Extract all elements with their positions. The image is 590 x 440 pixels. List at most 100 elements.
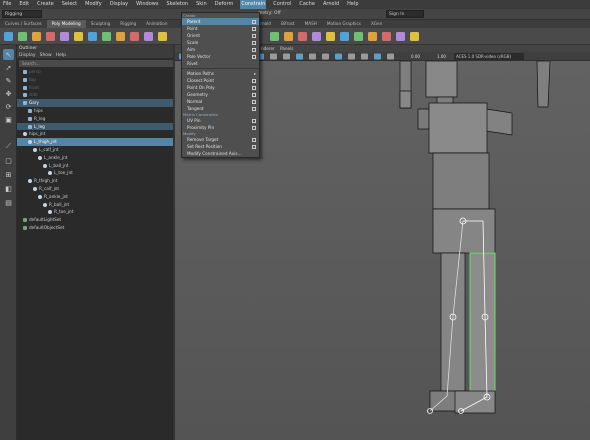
- shelf-tool-icon[interactable]: [32, 32, 41, 41]
- viewport-tool-icon[interactable]: [348, 53, 355, 60]
- outliner-item[interactable]: hips_jnt: [17, 130, 175, 138]
- constrain-item-orient[interactable]: Orient: [182, 32, 259, 39]
- layout-four-icon[interactable]: ⊞: [3, 169, 14, 180]
- menu-panels[interactable]: Panels: [280, 45, 293, 52]
- menu-arnold[interactable]: Arnold: [322, 0, 340, 9]
- lasso-tool-icon[interactable]: ➚: [3, 62, 14, 73]
- menu-display[interactable]: Display: [109, 0, 129, 9]
- viewport-tool-icon[interactable]: [387, 53, 394, 60]
- shelf-tab-motion-graphics[interactable]: Motion Graphics: [322, 20, 366, 28]
- shelf-tab-mash[interactable]: MASH: [300, 20, 322, 28]
- shelf-tab-sculpting[interactable]: Sculpting: [86, 20, 116, 28]
- option-box-icon[interactable]: [252, 92, 256, 97]
- paint-select-icon[interactable]: ✎: [3, 75, 14, 86]
- menu-create[interactable]: Create: [36, 0, 55, 9]
- outliner-item[interactable]: side: [17, 91, 175, 99]
- outliner-menu-help[interactable]: Help: [56, 53, 66, 58]
- shelf-tab-curves-surfaces[interactable]: Curves / Surfaces: [0, 20, 47, 28]
- constrain-item-parent[interactable]: Parent: [182, 18, 259, 25]
- shelf-tool-icon[interactable]: [382, 32, 391, 41]
- sign-in-button[interactable]: Sign In: [386, 10, 424, 18]
- layout-side-icon[interactable]: ◧: [3, 183, 14, 194]
- outliner-item[interactable]: defaultObjectSet: [17, 224, 175, 232]
- shelf-tool-icon[interactable]: [130, 32, 139, 41]
- menu-edit[interactable]: Edit: [18, 0, 30, 9]
- shelf-tool-icon[interactable]: [354, 32, 363, 41]
- shelf-tool-icon[interactable]: [88, 32, 97, 41]
- menu-renderer[interactable]: nderer: [261, 45, 275, 52]
- constrain-item-motion-paths[interactable]: Motion Paths ▸: [182, 70, 259, 77]
- constrain-item-aim[interactable]: Aim: [182, 46, 259, 53]
- outliner-item[interactable]: Gary: [17, 99, 175, 107]
- outliner-menu-show[interactable]: Show: [40, 53, 52, 58]
- menu-deform[interactable]: Deform: [214, 0, 235, 9]
- constrain-item-point-on-poly[interactable]: Point On Poly: [182, 84, 259, 91]
- outliner-item[interactable]: R_toe_jnt: [17, 208, 175, 216]
- shelf-tool-icon[interactable]: [4, 32, 13, 41]
- viewport-tool-icon[interactable]: [374, 53, 381, 60]
- shelf-tab-rigging[interactable]: Rigging: [115, 20, 141, 28]
- outliner-search-input[interactable]: Search...: [19, 60, 173, 67]
- symmetry-status[interactable]: metry: Off: [258, 10, 281, 18]
- constrain-item-uv-pin[interactable]: UV Pin: [182, 117, 259, 124]
- shelf-tool-icon[interactable]: [60, 32, 69, 41]
- menu-set-dropdown[interactable]: Rigging: [2, 10, 42, 18]
- shelf-tool-icon[interactable]: [340, 32, 349, 41]
- shelf-tool-icon[interactable]: [158, 32, 167, 41]
- joint-tool-icon[interactable]: ⟋: [3, 141, 14, 152]
- outliner-item[interactable]: persp: [17, 68, 175, 76]
- menu-file[interactable]: File: [2, 0, 12, 9]
- layout-single-icon[interactable]: ▢: [3, 155, 14, 166]
- shelf-tool-icon[interactable]: [144, 32, 153, 41]
- outliner-item[interactable]: top: [17, 76, 175, 84]
- layout-outliner-icon[interactable]: ▤: [3, 197, 14, 208]
- option-box-icon[interactable]: [252, 106, 256, 111]
- rotate-tool-icon[interactable]: ⟳: [3, 101, 14, 112]
- shelf-tool-icon[interactable]: [326, 32, 335, 41]
- outliner-item[interactable]: front: [17, 84, 175, 92]
- constrain-item-point[interactable]: Point: [182, 25, 259, 32]
- menu-control[interactable]: Control: [272, 0, 292, 9]
- constrain-item-tangent[interactable]: Tangent: [182, 105, 259, 112]
- menu-help[interactable]: Help: [346, 0, 359, 9]
- shelf-tool-icon[interactable]: [410, 32, 419, 41]
- viewport-tool-icon[interactable]: [322, 53, 329, 60]
- outliner-item[interactable]: L_calf_jnt: [17, 146, 175, 154]
- shelf-tool-icon[interactable]: [396, 32, 405, 41]
- scale-tool-icon[interactable]: ▣: [3, 114, 14, 125]
- shelf-tab-animation[interactable]: Animation: [141, 20, 172, 28]
- option-box-icon[interactable]: [252, 33, 256, 38]
- outliner-item[interactable]: L_leg: [17, 122, 175, 131]
- shelf-tool-icon[interactable]: [102, 32, 111, 41]
- viewport-tool-icon[interactable]: [335, 53, 342, 60]
- constrain-item-pole-vector[interactable]: Pole Vector: [182, 53, 259, 60]
- shelf-tool-icon[interactable]: [368, 32, 377, 41]
- shelf-tool-icon[interactable]: [18, 32, 27, 41]
- outliner-item[interactable]: R_calf_jnt: [17, 185, 175, 193]
- option-box-icon[interactable]: [252, 125, 256, 130]
- menu-windows[interactable]: Windows: [135, 0, 159, 9]
- option-box-icon[interactable]: [252, 54, 256, 59]
- option-box-icon[interactable]: [252, 118, 256, 123]
- viewport-tool-icon[interactable]: [270, 53, 277, 60]
- outliner-item[interactable]: R_thigh_jnt: [17, 177, 175, 185]
- option-box-icon[interactable]: [252, 144, 256, 149]
- shelf-tab-poly-modeling[interactable]: Poly Modeling: [46, 20, 86, 28]
- outliner-item[interactable]: R_ankle_jnt: [17, 193, 175, 201]
- constrain-item-geometry[interactable]: Geometry: [182, 91, 259, 98]
- outliner-item[interactable]: R_leg: [17, 115, 175, 123]
- move-tool-icon[interactable]: ✥: [3, 88, 14, 99]
- shelf-tab-bifrost[interactable]: Bifrost: [276, 20, 300, 28]
- constrain-item-closest-point[interactable]: Closest Point: [182, 77, 259, 84]
- option-box-icon[interactable]: [252, 47, 256, 52]
- colorspace-dropdown[interactable]: ACES 1.0 SDR-video (sRGB): [454, 53, 524, 60]
- far-clip[interactable]: 1.00: [437, 52, 446, 61]
- shelf-tab-xgen[interactable]: XGen: [366, 20, 387, 28]
- constrain-item-proximity-pin[interactable]: Proximity Pin: [182, 124, 259, 131]
- select-tool-icon[interactable]: ↖: [3, 49, 14, 60]
- near-clip[interactable]: 0.00: [411, 52, 420, 61]
- outliner-item[interactable]: hips: [17, 107, 175, 115]
- constrain-item-rivet[interactable]: Rivet: [182, 60, 259, 67]
- menu-constrain[interactable]: Constrain: [240, 0, 267, 9]
- viewport-tool-icon[interactable]: [283, 53, 290, 60]
